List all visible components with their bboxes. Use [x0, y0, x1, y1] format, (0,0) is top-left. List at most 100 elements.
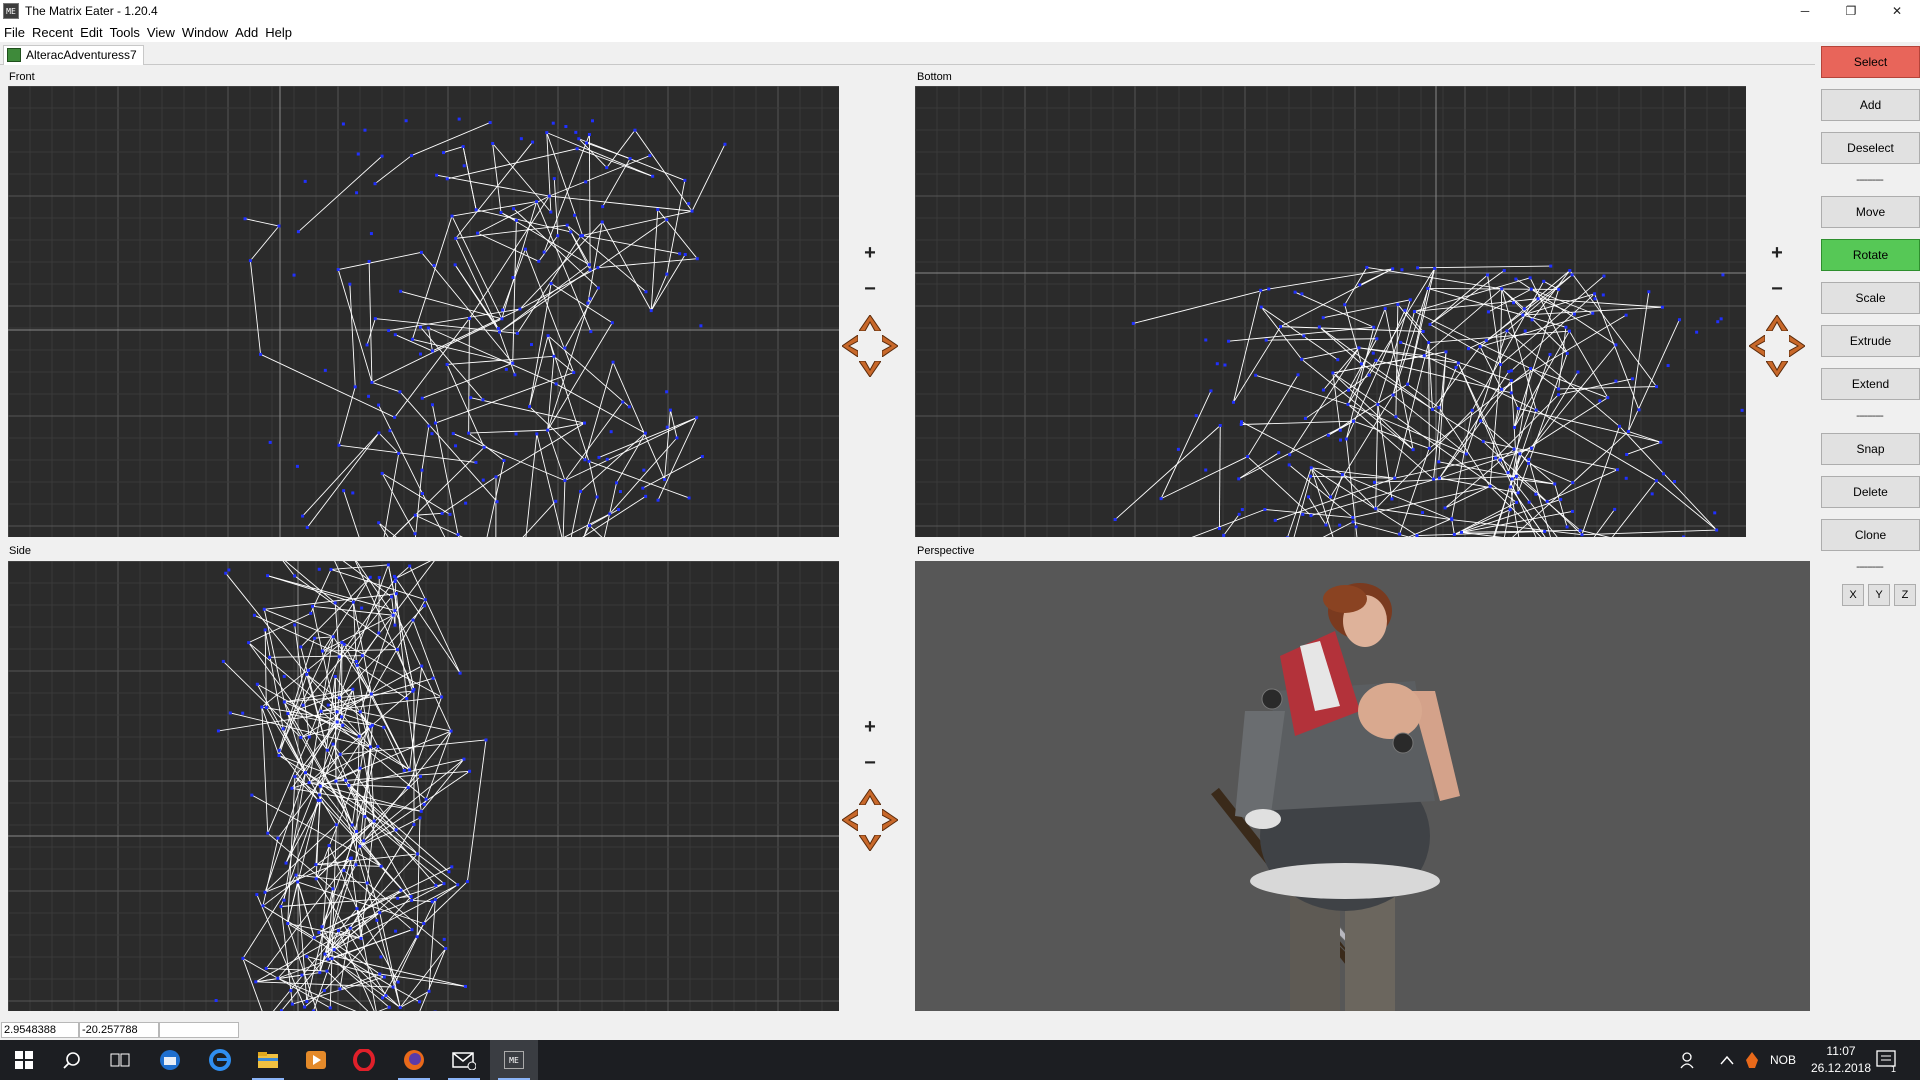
arrow-left-icon: [1749, 335, 1765, 357]
arrow-down-icon: [1766, 361, 1788, 377]
axis-x-button[interactable]: X: [1842, 584, 1864, 606]
bottom-pan-up-button[interactable]: [1766, 315, 1788, 331]
side-pan-right-button[interactable]: [882, 809, 898, 831]
rotate-tool-button[interactable]: Rotate: [1821, 239, 1920, 271]
input-language-button[interactable]: NOB: [1770, 1040, 1796, 1080]
front-pan-right-button[interactable]: [882, 335, 898, 357]
arrow-up-icon: [859, 315, 881, 331]
menu-add[interactable]: Add: [233, 25, 263, 40]
taskbar-app-mail-client[interactable]: [440, 1040, 488, 1080]
close-button[interactable]: ✕: [1874, 0, 1920, 22]
axis-z-button[interactable]: Z: [1894, 584, 1916, 606]
task-view-icon: [110, 1053, 130, 1067]
people-button[interactable]: [1680, 1040, 1698, 1080]
wireframe-mesh: [915, 86, 1746, 537]
bottom-zoom-in-button[interactable]: +: [1767, 243, 1787, 263]
clone-button[interactable]: Clone: [1821, 519, 1920, 551]
taskbar-app-firefox[interactable]: [390, 1040, 438, 1080]
character-model-render: [1211, 583, 1460, 1011]
bottom-pan-right-button[interactable]: [1789, 335, 1805, 357]
side-pan-down-button[interactable]: [859, 835, 881, 851]
notification-count-badge: 1: [1891, 1064, 1897, 1074]
tray-overflow-button[interactable]: [1720, 1040, 1734, 1080]
search-icon: [63, 1052, 80, 1069]
side-viewport[interactable]: [8, 561, 839, 1011]
arrow-up-icon: [1766, 315, 1788, 331]
front-pan-down-button[interactable]: [859, 361, 881, 377]
opera-browser-icon: [353, 1049, 375, 1071]
status-bar: 2.9548388 -20.257788: [0, 1022, 1920, 1038]
document-tab-label: AlteracAdventuress7: [26, 48, 137, 62]
tray-flame-icon: [1746, 1052, 1758, 1068]
coord-y-field: -20.257788: [79, 1022, 159, 1038]
taskbar-app-matrix-eater[interactable]: ME: [490, 1040, 538, 1080]
arrow-right-icon: [1789, 335, 1805, 357]
people-icon: [1680, 1052, 1694, 1069]
front-pan-left-button[interactable]: [842, 335, 858, 357]
side-zoom-in-button[interactable]: +: [860, 717, 880, 737]
front-pan-up-button[interactable]: [859, 315, 881, 331]
model-file-icon: [7, 48, 21, 62]
toolbar-separator: ----------: [1856, 174, 1884, 186]
bottom-pan-down-button[interactable]: [1766, 361, 1788, 377]
firefox-icon: [404, 1050, 424, 1070]
document-tab[interactable]: AlteracAdventuress7: [3, 45, 144, 65]
action-center-button[interactable]: 1: [1876, 1040, 1898, 1080]
envelope-icon: [452, 1052, 476, 1070]
taskbar-app-media[interactable]: [292, 1040, 340, 1080]
minimize-button[interactable]: ─: [1782, 0, 1828, 22]
deselect-mode-button[interactable]: Deselect: [1821, 132, 1920, 164]
front-zoom-in-button[interactable]: +: [860, 243, 880, 263]
menu-help[interactable]: Help: [263, 25, 297, 40]
bottom-viewport[interactable]: [915, 86, 1746, 537]
arrow-right-icon: [882, 335, 898, 357]
app-icon: ME: [3, 3, 19, 19]
chevron-up-icon: [1720, 1055, 1734, 1065]
bottom-pan-left-button[interactable]: [1749, 335, 1765, 357]
start-button[interactable]: [0, 1040, 48, 1080]
scale-tool-button[interactable]: Scale: [1821, 282, 1920, 314]
taskbar-app-edge[interactable]: [196, 1040, 244, 1080]
add-mode-button[interactable]: Add: [1821, 89, 1920, 121]
matrix-eater-icon: ME: [504, 1051, 524, 1069]
taskbar-app-opera[interactable]: [340, 1040, 388, 1080]
side-pan-left-button[interactable]: [842, 809, 858, 831]
bottom-viewport-label: Bottom: [917, 71, 952, 83]
menu-window[interactable]: Window: [180, 25, 233, 40]
taskbar-clock[interactable]: 11:07 26.12.2018: [1806, 1043, 1876, 1077]
arrow-left-icon: [842, 809, 858, 831]
menu-recent[interactable]: Recent: [30, 25, 78, 40]
menu-file[interactable]: File: [2, 25, 30, 40]
window-title: The Matrix Eater - 1.20.4: [25, 4, 158, 18]
bottom-zoom-out-button[interactable]: −: [1767, 279, 1787, 299]
tray-app-icon[interactable]: [1743, 1040, 1761, 1080]
arrow-down-icon: [859, 361, 881, 377]
taskbar-app-mail[interactable]: [146, 1040, 194, 1080]
menu-tools[interactable]: Tools: [108, 25, 145, 40]
front-zoom-out-button[interactable]: −: [860, 279, 880, 299]
extend-tool-button[interactable]: Extend: [1821, 368, 1920, 400]
taskbar-app-explorer[interactable]: [244, 1040, 292, 1080]
menu-edit[interactable]: Edit: [78, 25, 107, 40]
bottom-nav-controls: + −: [1749, 243, 1805, 383]
thunderbird-icon: [160, 1050, 180, 1070]
front-viewport[interactable]: [8, 86, 839, 537]
side-pan-up-button[interactable]: [859, 789, 881, 805]
clock-time: 11:07: [1826, 1044, 1856, 1058]
restore-button[interactable]: ❐: [1828, 0, 1874, 22]
delete-button[interactable]: Delete: [1821, 476, 1920, 508]
menu-view[interactable]: View: [145, 25, 180, 40]
snap-button[interactable]: Snap: [1821, 433, 1920, 465]
wireframe-mesh: [8, 561, 839, 1011]
axis-y-button[interactable]: Y: [1868, 584, 1890, 606]
window-controls: ─ ❐ ✕: [1782, 0, 1920, 22]
side-zoom-out-button[interactable]: −: [860, 753, 880, 773]
extrude-tool-button[interactable]: Extrude: [1821, 325, 1920, 357]
perspective-viewport[interactable]: [915, 561, 1810, 1011]
select-mode-button[interactable]: Select: [1821, 46, 1920, 78]
title-bar: ME The Matrix Eater - 1.20.4 ─ ❐ ✕: [0, 0, 1920, 22]
search-button[interactable]: [48, 1040, 96, 1080]
coord-x-field: 2.9548388: [1, 1022, 79, 1038]
move-tool-button[interactable]: Move: [1821, 196, 1920, 228]
task-view-button[interactable]: [96, 1040, 144, 1080]
